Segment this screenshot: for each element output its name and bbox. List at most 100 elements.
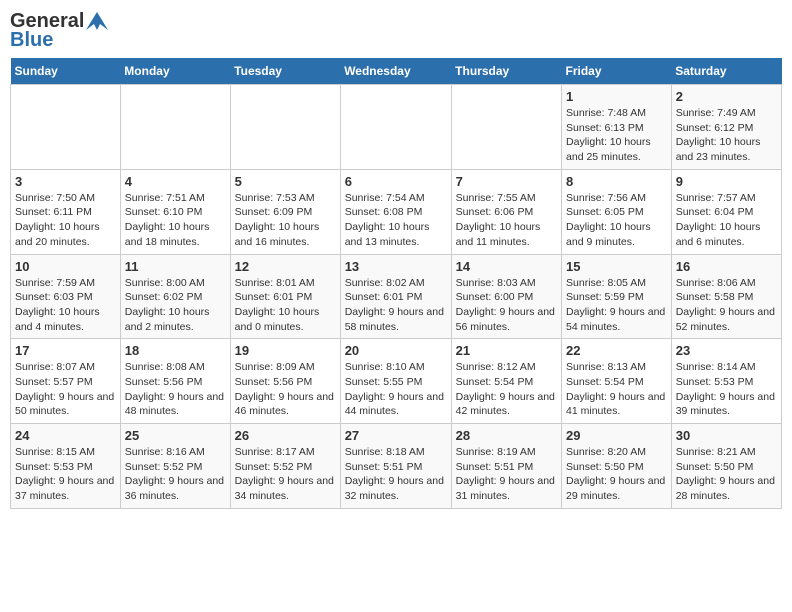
day-number: 20 [345, 343, 447, 358]
day-info: Sunrise: 8:05 AMSunset: 5:59 PMDaylight:… [566, 276, 667, 335]
calendar-cell: 17 Sunrise: 8:07 AMSunset: 5:57 PMDayligh… [11, 339, 121, 424]
day-info: Sunrise: 7:54 AMSunset: 6:08 PMDaylight:… [345, 191, 447, 250]
day-number: 8 [566, 174, 667, 189]
day-number: 22 [566, 343, 667, 358]
weekday-header-monday: Monday [120, 58, 230, 85]
day-number: 11 [125, 259, 226, 274]
calendar-cell: 29Sunrise: 8:20 AMSunset: 5:50 PMDayligh… [562, 424, 672, 509]
calendar-cell: 10Sunrise: 7:59 AMSunset: 6:03 PMDayligh… [11, 254, 121, 339]
calendar-cell: 6 Sunrise: 7:54 AMSunset: 6:08 PMDaylight… [340, 169, 451, 254]
week-row-3: 17 Sunrise: 8:07 AMSunset: 5:57 PMDayligh… [11, 339, 782, 424]
day-number: 1 [566, 89, 667, 104]
weekday-header-row: SundayMondayTuesdayWednesdayThursdayFrid… [11, 58, 782, 85]
day-info: Sunrise: 8:18 AMSunset: 5:51 PMDaylight:… [345, 445, 447, 504]
day-number: 25 [125, 428, 226, 443]
day-number: 14 [456, 259, 557, 274]
day-info: Sunrise: 7:48 AMSunset: 6:13 PMDaylight:… [566, 106, 667, 165]
calendar-cell: 27 Sunrise: 8:18 AMSunset: 5:51 PMDayligh… [340, 424, 451, 509]
day-info: Sunrise: 8:03 AMSunset: 6:00 PMDaylight:… [456, 276, 557, 335]
day-info: Sunrise: 8:14 AMSunset: 5:53 PMDaylight:… [676, 360, 777, 419]
week-row-0: 1 Sunrise: 7:48 AMSunset: 6:13 PMDaylight… [11, 85, 782, 170]
day-number: 30 [676, 428, 777, 443]
day-info: Sunrise: 8:07 AMSunset: 5:57 PMDaylight:… [15, 360, 116, 419]
day-number: 15 [566, 259, 667, 274]
day-number: 21 [456, 343, 557, 358]
day-info: Sunrise: 8:20 AMSunset: 5:50 PMDaylight:… [566, 445, 667, 504]
calendar-cell [451, 85, 561, 170]
calendar-cell [340, 85, 451, 170]
calendar-cell: 13 Sunrise: 8:02 AMSunset: 6:01 PMDayligh… [340, 254, 451, 339]
day-number: 13 [345, 259, 447, 274]
calendar-cell: 7 Sunrise: 7:55 AMSunset: 6:06 PMDaylight… [451, 169, 561, 254]
weekday-header-saturday: Saturday [671, 58, 781, 85]
day-info: Sunrise: 8:17 AMSunset: 5:52 PMDaylight:… [235, 445, 336, 504]
day-info: Sunrise: 8:09 AMSunset: 5:56 PMDaylight:… [235, 360, 336, 419]
calendar-cell [120, 85, 230, 170]
calendar-cell: 24 Sunrise: 8:15 AMSunset: 5:53 PMDayligh… [11, 424, 121, 509]
calendar-cell: 2 Sunrise: 7:49 AMSunset: 6:12 PMDaylight… [671, 85, 781, 170]
calendar-cell: 9Sunrise: 7:57 AMSunset: 6:04 PMDaylight… [671, 169, 781, 254]
day-info: Sunrise: 7:59 AMSunset: 6:03 PMDaylight:… [15, 276, 116, 335]
calendar-cell: 11 Sunrise: 8:00 AMSunset: 6:02 PMDayligh… [120, 254, 230, 339]
week-row-4: 24 Sunrise: 8:15 AMSunset: 5:53 PMDayligh… [11, 424, 782, 509]
day-info: Sunrise: 8:13 AMSunset: 5:54 PMDaylight:… [566, 360, 667, 419]
page-header: General Blue [10, 10, 782, 52]
day-info: Sunrise: 7:51 AMSunset: 6:10 PMDaylight:… [125, 191, 226, 250]
day-number: 23 [676, 343, 777, 358]
day-info: Sunrise: 8:02 AMSunset: 6:01 PMDaylight:… [345, 276, 447, 335]
calendar-cell: 8 Sunrise: 7:56 AMSunset: 6:05 PMDaylight… [562, 169, 672, 254]
calendar-cell [230, 85, 340, 170]
calendar-cell: 23 Sunrise: 8:14 AMSunset: 5:53 PMDayligh… [671, 339, 781, 424]
day-info: Sunrise: 8:21 AMSunset: 5:50 PMDaylight:… [676, 445, 777, 504]
calendar-cell: 25Sunrise: 8:16 AMSunset: 5:52 PMDayligh… [120, 424, 230, 509]
calendar-cell: 21 Sunrise: 8:12 AMSunset: 5:54 PMDayligh… [451, 339, 561, 424]
day-number: 16 [676, 259, 777, 274]
weekday-header-wednesday: Wednesday [340, 58, 451, 85]
calendar-cell: 26Sunrise: 8:17 AMSunset: 5:52 PMDayligh… [230, 424, 340, 509]
day-number: 18 [125, 343, 226, 358]
day-number: 12 [235, 259, 336, 274]
calendar-cell: 20 Sunrise: 8:10 AMSunset: 5:55 PMDayligh… [340, 339, 451, 424]
calendar-cell: 12 Sunrise: 8:01 AMSunset: 6:01 PMDayligh… [230, 254, 340, 339]
day-info: Sunrise: 8:15 AMSunset: 5:53 PMDaylight:… [15, 445, 116, 504]
logo-blue: Blue [10, 29, 53, 52]
day-info: Sunrise: 8:00 AMSunset: 6:02 PMDaylight:… [125, 276, 226, 335]
day-number: 7 [456, 174, 557, 189]
day-info: Sunrise: 8:10 AMSunset: 5:55 PMDaylight:… [345, 360, 447, 419]
day-info: Sunrise: 8:01 AMSunset: 6:01 PMDaylight:… [235, 276, 336, 335]
calendar-cell: 4Sunrise: 7:51 AMSunset: 6:10 PMDaylight… [120, 169, 230, 254]
day-number: 5 [235, 174, 336, 189]
day-info: Sunrise: 7:57 AMSunset: 6:04 PMDaylight:… [676, 191, 777, 250]
calendar-cell: 28 Sunrise: 8:19 AMSunset: 5:51 PMDayligh… [451, 424, 561, 509]
calendar-cell: 16Sunrise: 8:06 AMSunset: 5:58 PMDayligh… [671, 254, 781, 339]
day-info: Sunrise: 8:19 AMSunset: 5:51 PMDaylight:… [456, 445, 557, 504]
calendar-cell [11, 85, 121, 170]
day-number: 24 [15, 428, 116, 443]
logo: General Blue [10, 10, 108, 52]
calendar-cell: 3Sunrise: 7:50 AMSunset: 6:11 PMDaylight… [11, 169, 121, 254]
calendar-table: SundayMondayTuesdayWednesdayThursdayFrid… [10, 58, 782, 509]
weekday-header-thursday: Thursday [451, 58, 561, 85]
weekday-header-friday: Friday [562, 58, 672, 85]
calendar-cell: 1 Sunrise: 7:48 AMSunset: 6:13 PMDaylight… [562, 85, 672, 170]
day-number: 19 [235, 343, 336, 358]
day-number: 17 [15, 343, 116, 358]
day-info: Sunrise: 7:55 AMSunset: 6:06 PMDaylight:… [456, 191, 557, 250]
week-row-1: 3Sunrise: 7:50 AMSunset: 6:11 PMDaylight… [11, 169, 782, 254]
logo-bird-icon [86, 12, 108, 30]
day-info: Sunrise: 7:49 AMSunset: 6:12 PMDaylight:… [676, 106, 777, 165]
day-number: 27 [345, 428, 447, 443]
calendar-cell: 15 Sunrise: 8:05 AMSunset: 5:59 PMDayligh… [562, 254, 672, 339]
day-number: 2 [676, 89, 777, 104]
day-number: 28 [456, 428, 557, 443]
day-info: Sunrise: 8:12 AMSunset: 5:54 PMDaylight:… [456, 360, 557, 419]
day-number: 6 [345, 174, 447, 189]
weekday-header-sunday: Sunday [11, 58, 121, 85]
day-info: Sunrise: 7:56 AMSunset: 6:05 PMDaylight:… [566, 191, 667, 250]
day-info: Sunrise: 8:08 AMSunset: 5:56 PMDaylight:… [125, 360, 226, 419]
week-row-2: 10Sunrise: 7:59 AMSunset: 6:03 PMDayligh… [11, 254, 782, 339]
calendar-cell: 5Sunrise: 7:53 AMSunset: 6:09 PMDaylight… [230, 169, 340, 254]
day-info: Sunrise: 7:50 AMSunset: 6:11 PMDaylight:… [15, 191, 116, 250]
calendar-cell: 14 Sunrise: 8:03 AMSunset: 6:00 PMDayligh… [451, 254, 561, 339]
calendar-cell: 30 Sunrise: 8:21 AMSunset: 5:50 PMDayligh… [671, 424, 781, 509]
